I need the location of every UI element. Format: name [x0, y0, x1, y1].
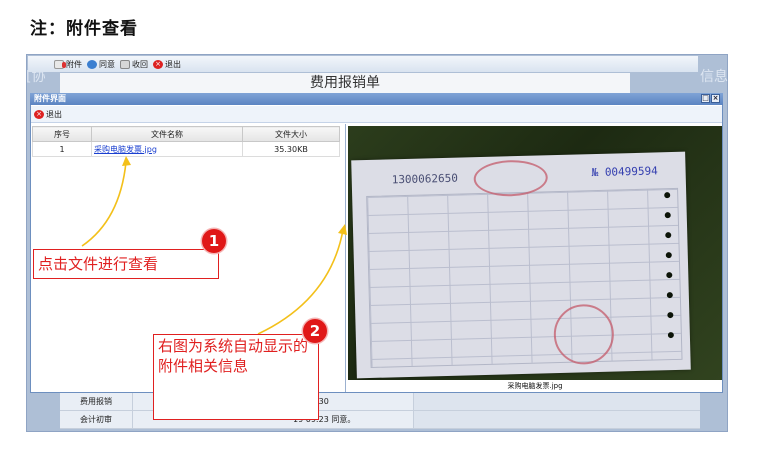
exit-label: 退出 [165, 59, 181, 69]
app-toolbar: 附件 同意 收回 × 退出 [28, 56, 698, 72]
agree-icon [87, 59, 97, 69]
column-header-size: 文件大小 [242, 126, 340, 142]
callout-click-file: 点击文件进行查看 [33, 249, 219, 279]
page-heading: 注：附件查看 [30, 19, 138, 39]
agree-button[interactable]: 同意 [87, 59, 115, 70]
exit-icon: × [34, 109, 44, 119]
exit-button[interactable]: × 退出 [153, 59, 181, 70]
column-header-index: 序号 [32, 126, 92, 142]
row-name: 会计初审 [60, 411, 133, 428]
file-size: 35.30KB [242, 141, 340, 157]
retract-button[interactable]: 收回 [120, 59, 148, 70]
table-row[interactable]: 1 采购电脑发票.jpg 35.30KB [32, 141, 340, 157]
invoice-number: № 00499594 [591, 164, 658, 180]
dialog-exit-label: 退出 [46, 109, 62, 119]
paperclip-icon [54, 59, 66, 69]
step-badge-1: 1 [202, 229, 226, 253]
preview-caption: 采购电脑发票.jpg [348, 381, 722, 392]
row-name: 费用报销 [60, 393, 133, 410]
callout-preview-info: 右图为系统自动显示的附件相关信息 [153, 334, 319, 420]
file-index: 1 [32, 141, 92, 157]
attachment-label: 附件 [66, 59, 82, 69]
attachment-button[interactable]: 附件 [54, 59, 82, 70]
dialog-toolbar: × 退出 [31, 106, 722, 123]
agree-label: 同意 [99, 59, 115, 69]
dialog-title: 附件界面 [34, 94, 66, 103]
retract-label: 收回 [132, 59, 148, 69]
file-table: 序号 文件名称 文件大小 1 采购电脑发票.jpg 35.30KB [32, 126, 340, 157]
exit-icon: × [153, 59, 163, 69]
maximize-icon[interactable]: □ [701, 94, 710, 103]
attachment-preview: 1300062650 № 00499594 [348, 126, 722, 380]
retract-icon [120, 59, 130, 69]
close-icon[interactable]: × [711, 94, 720, 103]
dialog-title-bar: 附件界面 □ × [30, 93, 723, 105]
background-right-text: 信息 [700, 69, 728, 85]
invoice-grid [366, 187, 683, 368]
dialog-exit-button[interactable]: × 退出 [34, 109, 62, 120]
file-link[interactable]: 采购电脑发票.jpg [94, 145, 157, 154]
form-title: 费用报销单 [60, 73, 630, 93]
invoice-code: 1300062650 [391, 171, 459, 187]
step-badge-2: 2 [303, 319, 327, 343]
invoice-image: 1300062650 № 00499594 [351, 151, 691, 379]
column-header-name: 文件名称 [91, 126, 243, 142]
